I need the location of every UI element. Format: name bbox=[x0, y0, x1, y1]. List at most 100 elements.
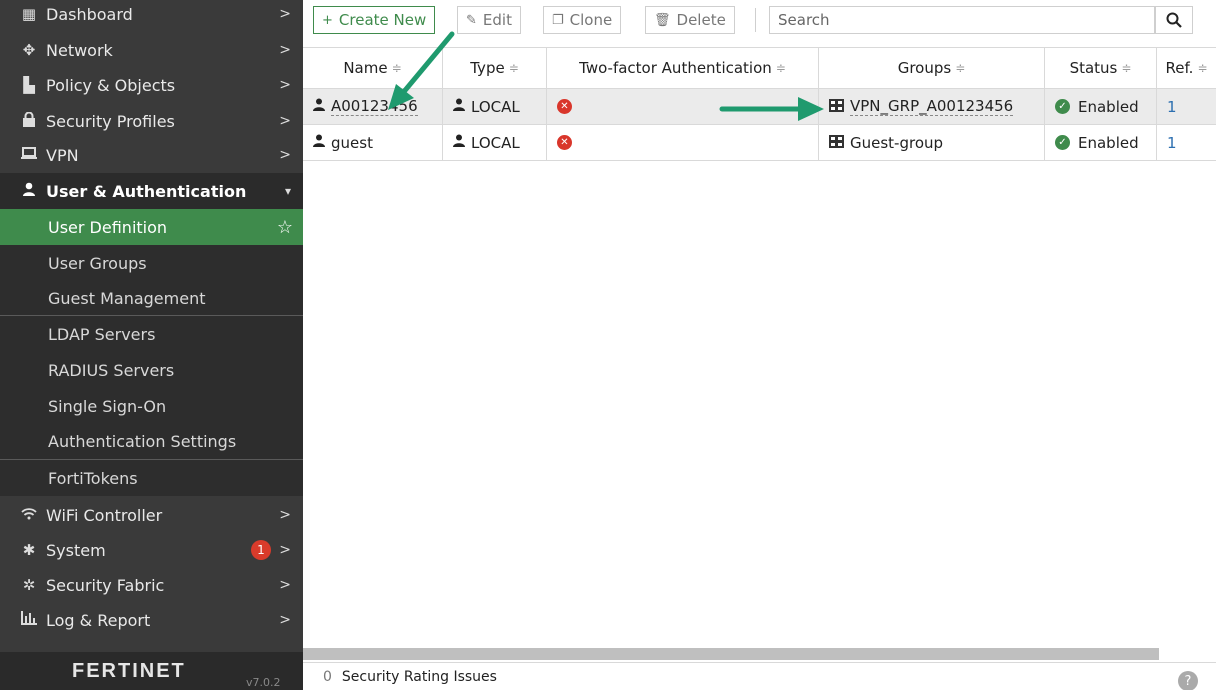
user-name-link[interactable]: guest bbox=[331, 134, 373, 152]
version-label: v7.0.2 bbox=[246, 676, 281, 689]
chart-icon bbox=[18, 611, 40, 629]
pencil-icon: ✎ bbox=[466, 12, 477, 28]
sidebar-item-user-authentication[interactable]: User & Authentication ▾ bbox=[0, 173, 303, 209]
sidebar-item-label: User Definition bbox=[48, 217, 168, 237]
user-icon bbox=[313, 134, 325, 151]
laptop-icon bbox=[18, 146, 40, 164]
sidebar-subitem-fortitokens[interactable]: FortiTokens bbox=[0, 460, 303, 496]
sidebar-item-network[interactable]: ✥ Network > bbox=[0, 32, 303, 68]
column-header-status[interactable]: Status ≑ bbox=[1045, 48, 1157, 88]
annotation-arrow-icon bbox=[388, 31, 455, 110]
plus-icon: + bbox=[322, 12, 333, 28]
sidebar-item-label: RADIUS Servers bbox=[48, 360, 175, 380]
sort-icon: ≑ bbox=[1197, 61, 1208, 75]
sidebar-item-label: Dashboard bbox=[46, 4, 133, 24]
policy-icon: ▙ bbox=[23, 76, 35, 94]
search-icon bbox=[1166, 12, 1182, 28]
trash-icon: 🗑 bbox=[654, 12, 671, 28]
sidebar-subitem-user-definition[interactable]: User Definition ☆ bbox=[0, 209, 303, 245]
chevron-right-icon: > bbox=[279, 77, 291, 93]
horizontal-scrollbar[interactable] bbox=[303, 648, 1159, 660]
column-header-ref[interactable]: Ref. ≑ bbox=[1157, 48, 1216, 88]
delete-button[interactable]: 🗑 Delete bbox=[645, 6, 735, 34]
sidebar-item-security-profiles[interactable]: Security Profiles > bbox=[0, 103, 303, 139]
sidebar-item-system[interactable]: ✱ System 1 > bbox=[0, 532, 303, 568]
cell-groups: VPN_GRP_A00123456 bbox=[819, 89, 1045, 124]
sidebar-item-vpn[interactable]: VPN > bbox=[0, 137, 303, 173]
cell-ref: 1 bbox=[1157, 89, 1216, 124]
fabric-icon: ✲ bbox=[22, 576, 36, 594]
sidebar-item-label: LDAP Servers bbox=[48, 324, 156, 344]
sidebar-nav: ▦ Dashboard > ✥ Network > ▙ Policy & Obj… bbox=[0, 0, 303, 690]
chevron-right-icon: > bbox=[279, 612, 291, 628]
chevron-right-icon: > bbox=[279, 6, 291, 22]
sort-icon: ≑ bbox=[1121, 61, 1132, 75]
sidebar-item-label: Single Sign-On bbox=[48, 396, 167, 416]
column-header-two-factor[interactable]: Two-factor Authentication ≑ bbox=[547, 48, 819, 88]
security-rating-count: 0 bbox=[323, 668, 332, 685]
sidebar-item-wifi-controller[interactable]: WiFi Controller > bbox=[0, 497, 303, 533]
fortinet-logo: FERTINET bbox=[72, 660, 186, 682]
group-icon bbox=[829, 98, 844, 116]
chevron-right-icon: > bbox=[279, 42, 291, 58]
network-icon: ✥ bbox=[22, 41, 36, 59]
cell-status: ✓ Enabled bbox=[1045, 125, 1157, 160]
sidebar-item-label: Security Fabric bbox=[46, 575, 165, 595]
cell-two-factor: ✕ bbox=[547, 125, 819, 160]
sidebar-item-label: Policy & Objects bbox=[46, 75, 176, 95]
help-icon[interactable]: ? bbox=[1178, 671, 1198, 690]
chevron-right-icon: > bbox=[279, 507, 291, 523]
gear-icon: ✱ bbox=[22, 541, 36, 559]
cell-ref: 1 bbox=[1157, 125, 1216, 160]
group-name-link[interactable]: VPN_GRP_A00123456 bbox=[850, 97, 1014, 116]
sidebar-item-label: FortiTokens bbox=[48, 468, 138, 488]
sidebar-item-label: Guest Management bbox=[48, 288, 206, 308]
ref-count-link[interactable]: 1 bbox=[1167, 98, 1177, 116]
sidebar-subitem-single-sign-on[interactable]: Single Sign-On bbox=[0, 388, 303, 424]
sidebar-item-label: WiFi Controller bbox=[46, 505, 163, 525]
sidebar-subitem-guest-management[interactable]: Guest Management bbox=[0, 280, 303, 316]
delete-label: Delete bbox=[676, 11, 726, 29]
sidebar-item-label: Security Profiles bbox=[46, 111, 175, 131]
sidebar-subitem-authentication-settings[interactable]: Authentication Settings bbox=[0, 423, 303, 459]
sidebar-item-security-fabric[interactable]: ✲ Security Fabric > bbox=[0, 567, 303, 603]
create-new-label: Create New bbox=[338, 11, 427, 29]
clone-button[interactable]: ❐ Clone bbox=[543, 6, 622, 34]
table-row[interactable]: guest LOCAL ✕ Guest-group ✓ Enabled 1 bbox=[303, 125, 1216, 161]
sort-icon: ≑ bbox=[775, 61, 786, 75]
notification-badge: 1 bbox=[251, 540, 271, 560]
annotation-arrow-icon bbox=[719, 97, 824, 121]
sort-icon: ≑ bbox=[508, 61, 519, 75]
group-icon bbox=[829, 134, 844, 152]
sort-icon: ≑ bbox=[955, 61, 966, 75]
ref-count-link[interactable]: 1 bbox=[1167, 134, 1177, 152]
sidebar-item-log-report[interactable]: Log & Report > bbox=[0, 602, 303, 638]
sidebar-subitem-ldap-servers[interactable]: LDAP Servers bbox=[0, 316, 303, 352]
group-name-link[interactable]: Guest-group bbox=[850, 134, 943, 152]
chevron-down-icon: ▾ bbox=[284, 184, 291, 198]
sidebar-subitem-user-groups[interactable]: User Groups bbox=[0, 245, 303, 281]
user-icon bbox=[313, 98, 325, 115]
cell-name: guest bbox=[303, 125, 443, 160]
search-input[interactable] bbox=[769, 6, 1155, 34]
status-footer: 0 Security Rating Issues bbox=[303, 662, 1216, 690]
sidebar-subitem-radius-servers[interactable]: RADIUS Servers bbox=[0, 352, 303, 388]
lock-icon bbox=[18, 111, 40, 131]
security-rating-label[interactable]: Security Rating Issues bbox=[342, 669, 497, 685]
sidebar-item-label: Network bbox=[46, 40, 113, 60]
sidebar-item-dashboard[interactable]: ▦ Dashboard > bbox=[0, 0, 303, 32]
search-button[interactable] bbox=[1155, 6, 1193, 34]
star-icon[interactable]: ☆ bbox=[277, 217, 293, 238]
chevron-right-icon: > bbox=[279, 113, 291, 129]
edit-label: Edit bbox=[482, 11, 512, 29]
sidebar-item-label: VPN bbox=[46, 145, 79, 165]
sidebar-item-label: User Groups bbox=[48, 253, 147, 273]
toolbar-separator bbox=[755, 8, 756, 32]
dashboard-icon: ▦ bbox=[21, 5, 37, 23]
sidebar-item-label: Authentication Settings bbox=[48, 431, 237, 451]
chevron-right-icon: > bbox=[279, 577, 291, 593]
column-header-groups[interactable]: Groups ≑ bbox=[819, 48, 1045, 88]
chevron-right-icon: > bbox=[279, 147, 291, 163]
sidebar-item-policy-objects[interactable]: ▙ Policy & Objects > bbox=[0, 67, 303, 103]
disabled-x-icon: ✕ bbox=[557, 135, 572, 150]
